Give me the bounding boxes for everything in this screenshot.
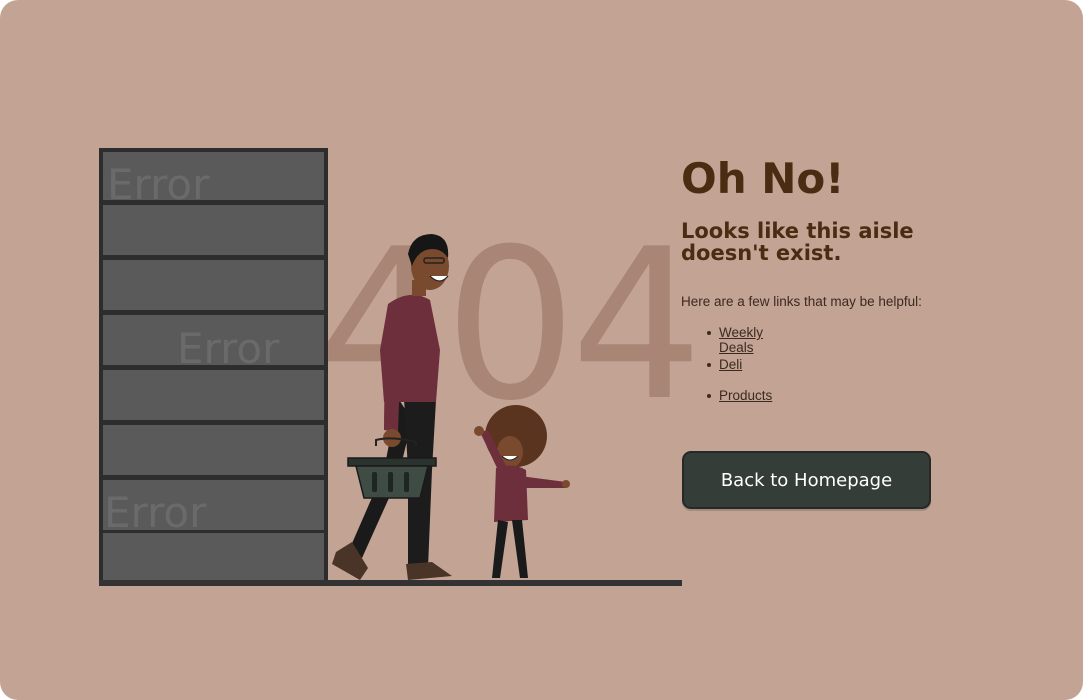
products-link[interactable]: Products [719,388,772,403]
back-to-homepage-button[interactable]: Back to Homepage [682,451,931,509]
child-figure [474,405,570,578]
error-heading: Oh No! [681,154,845,203]
error-page: 404 Error Error Error Oh No! Looks like … [0,0,1083,700]
bullet-icon [707,331,711,335]
error-subheading: Looks like this aisle doesn't exist. [681,219,914,265]
adult-figure [332,234,452,580]
helper-text: Here are a few links that may be helpful… [681,294,922,309]
bullet-icon [707,394,711,398]
deli-link[interactable]: Deli [719,357,742,372]
bullet-icon [707,362,711,367]
weekly-deals-link[interactable]: Weekly Deals [719,325,763,355]
shoppers-illustration [332,234,570,580]
